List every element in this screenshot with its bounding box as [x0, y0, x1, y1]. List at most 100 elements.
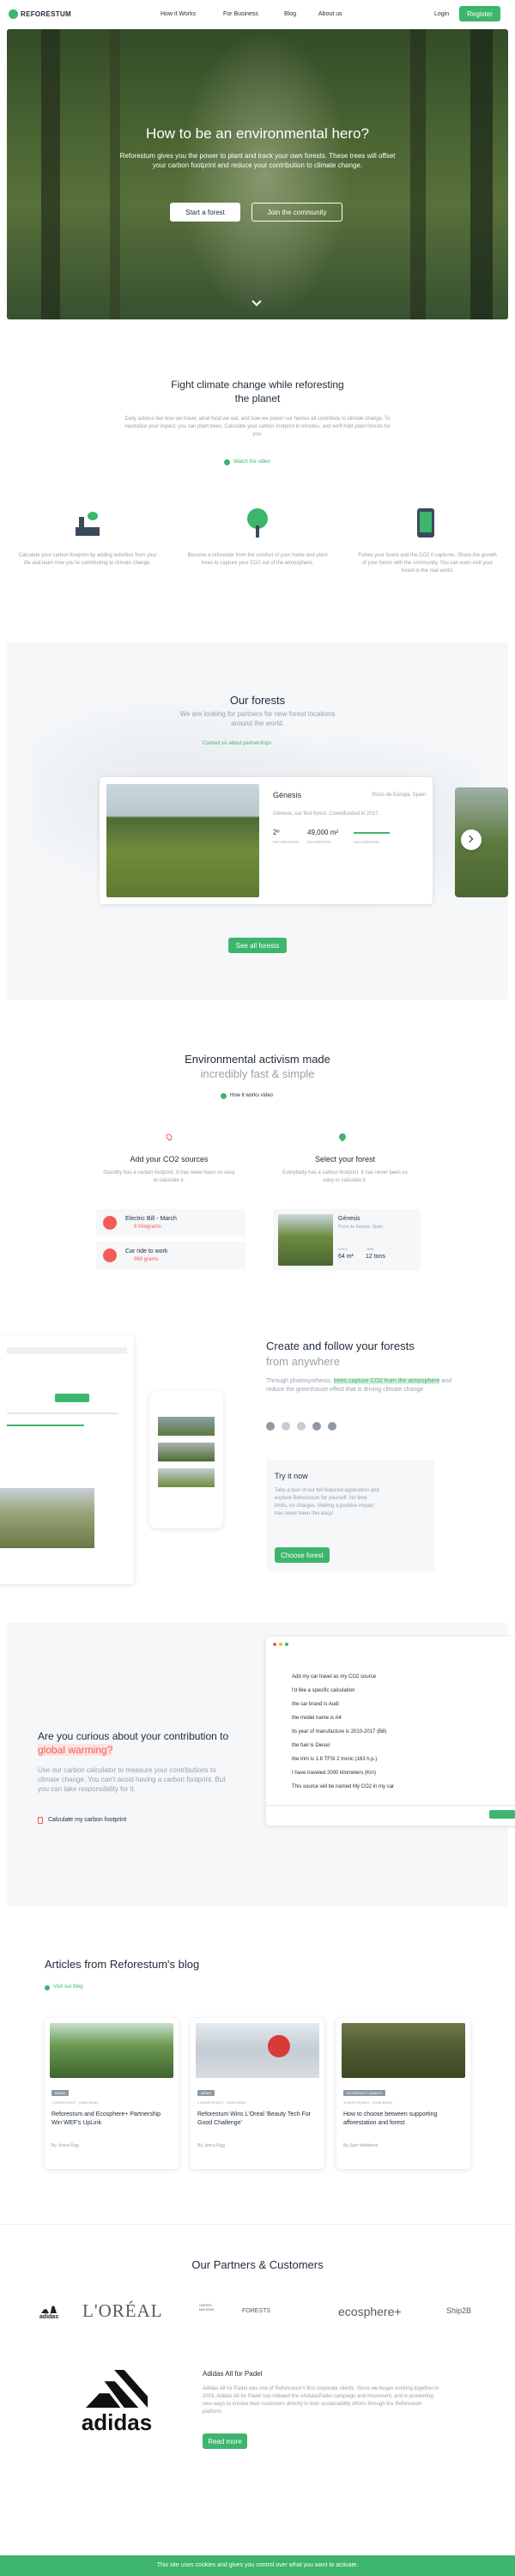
- partner-logo-loreal: L'ORÉAL: [82, 2300, 163, 2321]
- start-forest-button[interactable]: Start a forest: [170, 203, 240, 222]
- hero-section: How to be an environmental hero? Refores…: [7, 29, 508, 319]
- follow-text-pre: Through photosynthesis,: [266, 1378, 332, 1384]
- try-text: Take a tour of our full featured applica…: [275, 1488, 379, 1516]
- visit-blog-link[interactable]: Visit our blog: [53, 1984, 83, 1990]
- feature-text-calculate: Calculate your carbon footprint by addin…: [18, 553, 157, 566]
- partner-logo-forests: FORESTS: [242, 2308, 271, 2314]
- brand-logo-icon[interactable]: [9, 9, 18, 19]
- follow-title: Create and follow your forests: [266, 1340, 415, 1352]
- selected-forest-name: Génesis: [338, 1216, 360, 1222]
- blog-card-author: By Jenna Figg: [197, 2143, 225, 2148]
- mockup-green-bar: [55, 1394, 89, 1402]
- window-close-dot: [273, 1643, 276, 1646]
- login-link[interactable]: Login: [434, 11, 449, 17]
- app-badge-icon[interactable]: [297, 1422, 306, 1431]
- adidas-stripes-icon: [86, 2370, 148, 2408]
- blog-card-image: [196, 2023, 319, 2078]
- co2-source-name: Car ride to work: [125, 1249, 168, 1255]
- laptop-mockup: [0, 1335, 134, 1584]
- blog-card-image: [342, 2023, 465, 2078]
- forest-card-title: Génesis: [273, 791, 302, 799]
- calc-line: I have traveled 2000 kilometers (Km): [292, 1771, 377, 1776]
- calc-submit-button[interactable]: [489, 1810, 515, 1819]
- window-min-dot: [279, 1643, 282, 1646]
- phone-mockup: [149, 1391, 223, 1528]
- phone-icon: [417, 508, 434, 538]
- blog-card[interactable]: NEWS 1 MONTH AGO · 3 MIN READ Reforestum…: [45, 2018, 179, 2169]
- how-it-works-video-link[interactable]: How it works video: [230, 1093, 273, 1098]
- blog-card-title: Reforestum and Ecosphere+ Partnership Wi…: [52, 2111, 161, 2126]
- blog-card-meta: 3 MONTHS AGO · 5 MIN READ: [343, 2100, 392, 2105]
- partner-logo-un: UNITED NATIONS: [199, 2303, 215, 2312]
- see-all-forests-button[interactable]: See all forests: [228, 938, 287, 953]
- selected-forest-location: Picos de Europa, Spain: [338, 1224, 384, 1230]
- android-icon[interactable]: [328, 1422, 336, 1431]
- calculate-footprint-link[interactable]: Calculate my carbon footprint: [48, 1817, 126, 1823]
- electric-icon: [103, 1216, 117, 1230]
- blog-card-tag: NEWS: [52, 2090, 69, 2096]
- selected-forest-item[interactable]: Génesis Picos de Europa, Spain AREA 64 m…: [273, 1209, 421, 1271]
- partner-logo-ship2b: Ship2B: [446, 2306, 472, 2315]
- partner-feature-title: Adidas All for Padel: [203, 2370, 263, 2378]
- adidas-stripes-icon: [41, 2306, 57, 2313]
- nav-link-for-business[interactable]: For Business: [223, 11, 258, 17]
- brand-name[interactable]: REFORESTUM: [21, 10, 71, 18]
- calculator-mockup: Add my car travel as my CO2 source I'd l…: [266, 1637, 515, 1826]
- blog-card[interactable]: TO PROJECT BASICS 3 MONTHS AGO · 5 MIN R…: [336, 2018, 470, 2169]
- choose-forest-button[interactable]: Choose forest: [275, 1547, 330, 1563]
- factory-icon: [76, 512, 100, 536]
- forest-card[interactable]: Génesis Picos de Europa, Spain Génesis, …: [100, 777, 433, 904]
- phone-image-2: [158, 1443, 215, 1461]
- play-icon[interactable]: [221, 1093, 227, 1099]
- blog-card-image: [50, 2023, 173, 2078]
- location-pin-icon: [165, 1133, 173, 1141]
- window-max-dot: [285, 1643, 288, 1646]
- mockup-forest-image: [0, 1488, 94, 1548]
- register-button[interactable]: Register: [459, 6, 500, 21]
- partner-logo-ecosphere: ecosphere+: [338, 2305, 402, 2318]
- blog-card-author: By Jenna Figg: [52, 2143, 79, 2148]
- app-badge-icon[interactable]: [282, 1422, 290, 1431]
- co2-source-value: 960 grams: [134, 1257, 159, 1262]
- app-badge-icon[interactable]: [266, 1422, 275, 1431]
- mockup-line: [7, 1425, 84, 1426]
- read-more-button[interactable]: Read more: [203, 2433, 247, 2449]
- play-icon[interactable]: [224, 459, 230, 465]
- nav-link-about-us[interactable]: About us: [318, 11, 342, 17]
- contact-partnerships-link[interactable]: Contact us about partnerships: [203, 741, 271, 746]
- forest-stat-reforesters: 2º: [273, 829, 280, 836]
- activism-subtitle: incredibly fast & simple: [200, 1067, 315, 1080]
- calc-line: the trim is 1.8 TFSI 2 tronic (163 h.p.): [292, 1757, 378, 1762]
- forest-card-location: Picos de Europa, Spain: [372, 793, 426, 798]
- co2-source-item[interactable]: Electric Bill - March 8 Kilograms: [96, 1209, 245, 1236]
- car-icon: [103, 1249, 117, 1262]
- forest-card-description: Génesis, our first forest. Crowdfunded i…: [273, 811, 380, 817]
- blog-card-title: Reforestum Wins L'Oreal 'Beauty Tech For…: [197, 2111, 312, 2126]
- partners-divider: [0, 2224, 515, 2225]
- blog-card-tag: TO PROJECT BASICS: [343, 2090, 385, 2096]
- blog-visit-icon[interactable]: [45, 1985, 50, 1990]
- blog-card-tag: NEWS: [197, 2090, 215, 2096]
- nav-link-blog[interactable]: Blog: [284, 11, 296, 17]
- nav-link-how-it-works[interactable]: How it Works: [161, 11, 196, 17]
- forest-stat-area: 49,000 m²: [307, 829, 339, 836]
- curious-title-highlight: global warming?: [38, 1744, 113, 1756]
- cookie-banner[interactable]: This site uses cookies and gives you con…: [0, 2555, 515, 2576]
- blog-card-meta: 2 MONTHS AGO · 3 MIN READ: [197, 2100, 246, 2105]
- spade-icon: [337, 1132, 348, 1142]
- blog-card[interactable]: NEWS 2 MONTHS AGO · 3 MIN READ Reforestu…: [191, 2018, 324, 2169]
- watch-video-link[interactable]: Watch the video: [233, 459, 270, 465]
- mockup-header-bar: [7, 1347, 127, 1354]
- calc-footer-bar: [266, 1805, 515, 1826]
- col1-title: Add your CO2 sources: [130, 1155, 209, 1163]
- selected-forest-area: 64 m²: [338, 1254, 354, 1260]
- chevron-right-icon: [465, 835, 474, 843]
- curious-title: Are you curious about your contribution …: [38, 1729, 235, 1757]
- join-community-button[interactable]: Join the community: [251, 203, 342, 222]
- calculator-icon[interactable]: [38, 1817, 43, 1824]
- apple-icon[interactable]: [312, 1422, 321, 1431]
- co2-source-item[interactable]: Car ride to work 960 grams: [96, 1242, 245, 1269]
- carousel-next-button[interactable]: [461, 829, 482, 850]
- calc-line: the model name is A4: [292, 1716, 342, 1721]
- blog-title: Articles from Reforestum's blog: [45, 1958, 200, 1971]
